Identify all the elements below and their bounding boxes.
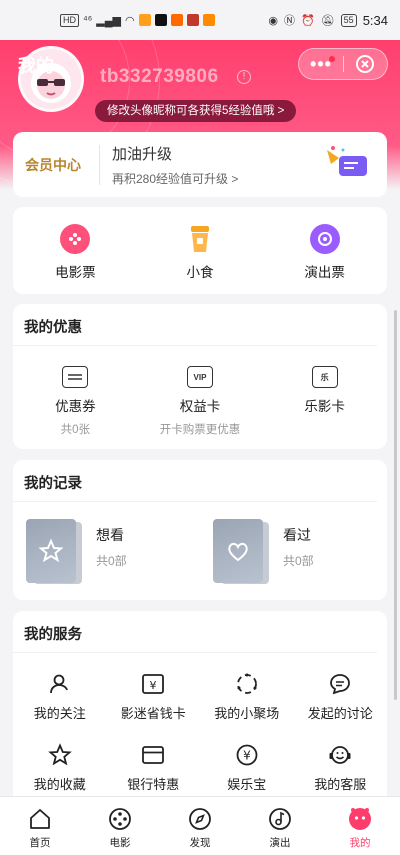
snack-entry[interactable]: 小食 <box>138 207 263 294</box>
tab-mine[interactable]: 我的 <box>320 797 400 855</box>
bank-offers-entry[interactable]: 银行特惠 <box>107 742 201 793</box>
app-notification-icon <box>138 14 151 26</box>
my-benefits-card: 我的优惠 优惠券 共0张 VIP 权益卡 开卡购票更优惠 乐 乐影卡 <box>13 304 387 449</box>
gathering-icon <box>234 671 260 697</box>
notification-dot <box>329 55 335 62</box>
discussion-icon <box>327 671 353 697</box>
film-card-entry[interactable]: 乐 乐影卡 <box>262 366 387 437</box>
member-level-hint: 再积280经验值可升级 > <box>112 171 239 186</box>
film-card-icon: 乐 <box>311 366 338 388</box>
coupon-icon <box>62 366 89 388</box>
app-notification-icon <box>154 14 167 26</box>
tab-movies[interactable]: 电影 <box>80 797 160 855</box>
app-notification-icon <box>202 14 215 26</box>
show-ticket-entry[interactable]: 演出票 <box>262 207 387 294</box>
tab-shows[interactable]: 演出 <box>240 797 320 855</box>
ticket-shortcuts: 电影票 小食 演出票 <box>13 207 387 294</box>
yulebao-entry[interactable]: ¥ 娱乐宝 <box>200 742 294 793</box>
music-disc-icon <box>309 224 340 254</box>
username[interactable]: tb332739806 <box>100 66 219 88</box>
vip-card-entry[interactable]: VIP 权益卡 开卡购票更优惠 <box>138 366 263 437</box>
follow-user-icon <box>47 671 73 697</box>
nfc-icon: Ⓝ <box>284 15 295 27</box>
music-note-icon <box>267 806 293 832</box>
compass-icon <box>187 806 213 832</box>
eye-icon: ◉ <box>268 14 278 27</box>
app-notification-icon <box>170 14 183 26</box>
my-services-card: 我的服务 我的关注 ¥ 影迷省钱卡 我的小聚场 发起的讨论 我的收藏 银行特惠 … <box>13 611 387 811</box>
movie-ticket-entry[interactable]: 电影票 <box>13 207 138 294</box>
section-title: 我的优惠 <box>13 304 377 346</box>
fan-saver-card-entry[interactable]: ¥ 影迷省钱卡 <box>107 671 201 722</box>
my-discussions-entry[interactable]: 发起的讨论 <box>294 671 388 722</box>
svg-text:¥: ¥ <box>243 749 251 763</box>
profile-icon <box>347 806 373 832</box>
section-title: 我的记录 <box>13 460 377 502</box>
close-button[interactable] <box>344 54 387 74</box>
heart-icon <box>213 519 263 583</box>
mini-program-capsule: ••• <box>298 48 388 80</box>
mute-icon: 🔕︎ <box>320 14 335 27</box>
battery-icon: 55 <box>340 13 357 27</box>
close-circle-icon <box>356 55 375 73</box>
alarm-icon: ⏰ <box>301 14 315 27</box>
app-notification-icon <box>186 14 199 26</box>
want-to-see-entry[interactable]: 想看 共0部 <box>13 519 200 584</box>
my-records-card: 我的记录 想看 共0部 看过 共0部 <box>13 460 387 600</box>
tab-home[interactable]: 首页 <box>0 797 80 855</box>
yen-circle-icon: ¥ <box>234 742 260 768</box>
status-bar: HD ⁴⁶ ▂▄▆ ◠ ◉ Ⓝ ⏰ 🔕︎ 55 5:34 <box>0 0 400 40</box>
watched-entry[interactable]: 看过 共0部 <box>200 519 387 584</box>
signal-icon: ▂▄▆ <box>96 14 121 27</box>
clock: 5:34 <box>362 12 388 28</box>
scrollbar[interactable] <box>394 310 397 700</box>
edit-profile-promo[interactable]: 修改头像昵称可各获得5经验值哦 > <box>95 100 297 122</box>
section-title: 我的服务 <box>13 611 377 653</box>
star-outline-icon <box>47 742 73 768</box>
customer-service-entry[interactable]: 我的客服 <box>294 742 388 793</box>
bank-card-icon <box>140 742 166 768</box>
member-level-title: 加油升级 <box>112 145 173 163</box>
my-favorites-entry[interactable]: 我的收藏 <box>13 742 107 793</box>
page-title: 我的 <box>18 56 54 76</box>
vip-card-icon: VIP <box>187 366 213 388</box>
member-center-card[interactable]: 会员中心 加油升级 再积280经验值可升级 > <box>13 132 387 197</box>
bottom-tab-bar: 首页 电影 发现 演出 我的 <box>0 796 400 855</box>
snack-cup-icon <box>185 224 215 254</box>
member-center-label: 会员中心 <box>25 156 81 173</box>
movie-reel-icon <box>60 224 91 254</box>
hd-indicator: HD <box>60 13 79 27</box>
network-indicator: ⁴⁶ <box>83 14 93 26</box>
yen-card-icon: ¥ <box>140 671 166 697</box>
film-reel-icon <box>107 806 133 832</box>
more-button[interactable]: ••• <box>299 54 343 75</box>
star-icon <box>26 519 76 583</box>
coupon-entry[interactable]: 优惠券 共0张 <box>13 366 138 437</box>
home-icon <box>27 806 53 832</box>
tab-discover[interactable]: 发现 <box>160 797 240 855</box>
wifi-icon: ◠ <box>124 14 135 27</box>
info-icon[interactable]: ! <box>237 70 251 84</box>
celebration-badge-icon <box>327 146 367 176</box>
my-follows-entry[interactable]: 我的关注 <box>13 671 107 722</box>
my-gathering-entry[interactable]: 我的小聚场 <box>200 671 294 722</box>
customer-service-icon <box>327 742 353 768</box>
svg-text:¥: ¥ <box>150 679 157 692</box>
